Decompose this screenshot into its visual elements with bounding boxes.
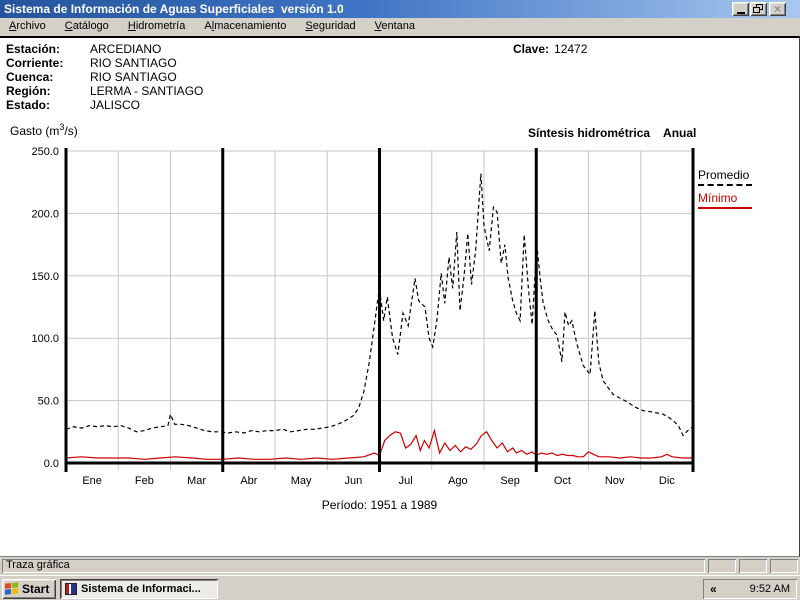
estacion-value: ARCEDIANO [90, 42, 161, 56]
status-panel-1 [708, 559, 736, 573]
estado-value: JALISCO [90, 98, 140, 112]
taskbar: Start Sistema de Informaci... « 9:52 AM [0, 575, 800, 600]
chart-title: Síntesis hidrométricaAnual [528, 126, 696, 140]
status-bar: Traza gráfica [0, 557, 800, 575]
start-button[interactable]: Start [2, 579, 56, 599]
corriente-value: RIO SANTIAGO [90, 56, 177, 70]
menu-seguridad[interactable]: Seguridad [297, 18, 363, 35]
app-icon [65, 583, 77, 595]
system-tray: « 9:52 AM [703, 579, 797, 599]
legend-item-minimo: Mínimo [698, 191, 776, 209]
clave-value: 12472 [554, 42, 587, 56]
cuenca-value: RIO SANTIAGO [90, 70, 177, 84]
x-tick-label: May [291, 475, 312, 487]
menu-bar: Archivo Catálogo Hidrometría Almacenamie… [0, 18, 800, 36]
status-panel-3 [770, 559, 798, 573]
taskbar-clock: 9:52 AM [750, 583, 790, 595]
menu-almacenamiento[interactable]: Almacenamiento [196, 18, 294, 35]
x-tick-label: Feb [135, 475, 154, 487]
legend-item-promedio: Promedio [698, 168, 776, 186]
clave-field: Clave:12472 [513, 42, 587, 56]
restore-button[interactable] [750, 2, 767, 16]
y-axis-title: Gasto (m3/s) [10, 122, 78, 138]
hydrograph-chart: 0.0 50.0 100.0 150.0 200.0 250.0 Ene Feb Mar Abr M… [4, 142, 700, 496]
menu-archivo[interactable]: Archivo [1, 18, 54, 35]
y-tick-label: 150.0 [31, 271, 59, 283]
x-tick-label: Ene [82, 475, 102, 487]
close-icon: × [774, 3, 781, 15]
y-tick-label: 250.0 [31, 146, 59, 158]
close-button[interactable]: × [769, 2, 786, 16]
x-tick-label: Oct [554, 475, 571, 487]
menu-hidrometria[interactable]: Hidrometría [120, 18, 193, 35]
legend-label-minimo: Mínimo [698, 191, 737, 205]
y-tick-label: 50.0 [38, 396, 59, 408]
x-tick-label: Abr [240, 475, 257, 487]
station-info-panel: Estación:ARCEDIANO Corriente:RIO SANTIAG… [6, 42, 203, 112]
main-content: Estación:ARCEDIANO Corriente:RIO SANTIAG… [0, 36, 800, 557]
promedio-line-sample-icon [698, 184, 752, 186]
legend-label-promedio: Promedio [698, 168, 749, 182]
minimize-icon [737, 12, 745, 14]
x-tick-label: Jun [345, 475, 363, 487]
x-tick-label: Sep [500, 475, 520, 487]
window-title: Sistema de Información de Aguas Superfic… [4, 0, 344, 18]
y-tick-label: 200.0 [31, 208, 59, 220]
region-value: LERMA - SANTIAGO [90, 84, 203, 98]
y-tick-label: 0.0 [44, 458, 59, 470]
info-row-estacion: Estación:ARCEDIANO [6, 42, 203, 56]
status-panel-2 [739, 559, 767, 573]
x-tick-label: Ago [448, 475, 468, 487]
title-bar: Sistema de Información de Aguas Superfic… [0, 0, 800, 18]
taskbar-task-sistema[interactable]: Sistema de Informaci... [60, 579, 218, 599]
x-tick-label: Dic [659, 475, 675, 487]
chart-legend: Promedio Mínimo [698, 168, 776, 214]
minimo-line-sample-icon [698, 207, 752, 209]
windows-flag-icon [5, 582, 19, 596]
menu-ventana[interactable]: Ventana [367, 18, 423, 35]
y-tick-label: 100.0 [31, 333, 59, 345]
period-caption: Período: 1951 a 1989 [66, 498, 693, 512]
restore-icon [753, 4, 764, 14]
x-tick-label: Mar [187, 475, 206, 487]
info-row-region: Región:LERMA - SANTIAGO [6, 84, 203, 98]
x-tick-label: Nov [605, 475, 625, 487]
tray-collapse-chevron-icon[interactable]: « [710, 582, 717, 596]
info-row-cuenca: Cuenca:RIO SANTIAGO [6, 70, 203, 84]
info-row-estado: Estado:JALISCO [6, 98, 203, 112]
status-message: Traza gráfica [2, 559, 705, 573]
info-row-corriente: Corriente:RIO SANTIAGO [6, 56, 203, 70]
minimize-button[interactable] [732, 2, 749, 16]
menu-catalogo[interactable]: Catálogo [57, 18, 117, 35]
x-tick-label: Jul [399, 475, 413, 487]
